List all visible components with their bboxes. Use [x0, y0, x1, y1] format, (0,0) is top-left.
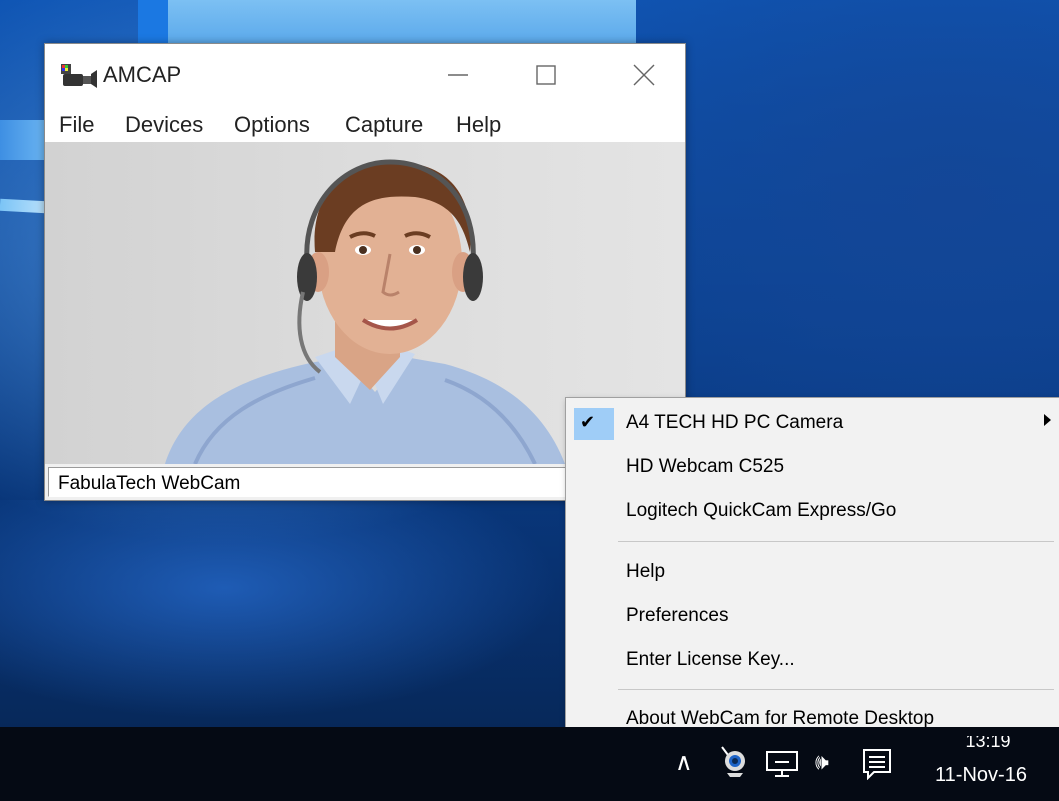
menu-item-label: Preferences [626, 605, 729, 626]
minimize-icon [448, 74, 468, 76]
menu-separator [618, 689, 1054, 690]
camera-app-icon [59, 58, 99, 90]
menu-bar: File Devices Options Capture Help [45, 106, 685, 142]
menu-item-a4tech-camera[interactable]: ✔ A4 TECH HD PC Camera [566, 402, 1059, 446]
minimize-button[interactable] [435, 52, 481, 98]
network-icon[interactable] [765, 750, 799, 778]
menu-item-label: Help [626, 561, 666, 582]
chevron-up-icon[interactable]: ∧ [675, 748, 693, 776]
menu-item-label: Enter License Key... [626, 649, 795, 670]
menu-item-enter-license-key[interactable]: Enter License Key... [566, 639, 1059, 683]
menu-item-preferences[interactable]: Preferences [566, 595, 1059, 639]
wallpaper-light-beam-left [0, 120, 46, 160]
menu-separator [618, 541, 1054, 542]
taskbar [0, 727, 1059, 801]
menu-item-hd-webcam-c525[interactable]: HD Webcam C525 [566, 446, 1059, 490]
wallpaper-light-streak [0, 198, 47, 214]
menu-devices[interactable]: Devices [125, 112, 203, 138]
menu-file[interactable]: File [59, 112, 94, 138]
menu-item-label: Logitech QuickCam Express/Go [626, 500, 897, 521]
menu-capture[interactable]: Capture [345, 112, 423, 138]
close-button[interactable] [621, 52, 667, 98]
maximize-button[interactable] [523, 52, 569, 98]
action-center-icon[interactable] [862, 748, 892, 781]
clock-date[interactable]: 11-Nov-16 [918, 764, 1044, 787]
submenu-arrow-icon [1044, 414, 1051, 426]
menu-item-logitech-quickcam[interactable]: Logitech QuickCam Express/Go [566, 490, 1059, 534]
menu-item-help[interactable]: Help [566, 551, 1059, 595]
close-icon [633, 64, 655, 86]
webcam-context-menu: ✔ A4 TECH HD PC Camera HD Webcam C525 Lo… [565, 397, 1059, 745]
webcam-icon[interactable] [718, 745, 750, 779]
maximize-icon [536, 65, 556, 85]
window-title: AMCAP [103, 62, 182, 87]
menu-options[interactable]: Options [234, 112, 310, 138]
wallpaper-light-beam [166, 0, 636, 48]
menu-item-label: A4 TECH HD PC Camera [626, 412, 844, 433]
wallpaper-glow [0, 500, 560, 720]
volume-icon[interactable]: 🕪 [815, 750, 829, 775]
menu-item-label: HD Webcam C525 [626, 456, 785, 477]
checkmark-icon: ✔ [580, 412, 596, 433]
status-field: FabulaTech WebCam [48, 467, 568, 497]
clock-time[interactable]: 13:19 [948, 736, 1028, 750]
title-bar[interactable]: AMCAP [45, 44, 685, 106]
status-text: FabulaTech WebCam [58, 473, 241, 494]
wallpaper-light-beam-edge [138, 0, 168, 48]
menu-help[interactable]: Help [456, 112, 501, 138]
